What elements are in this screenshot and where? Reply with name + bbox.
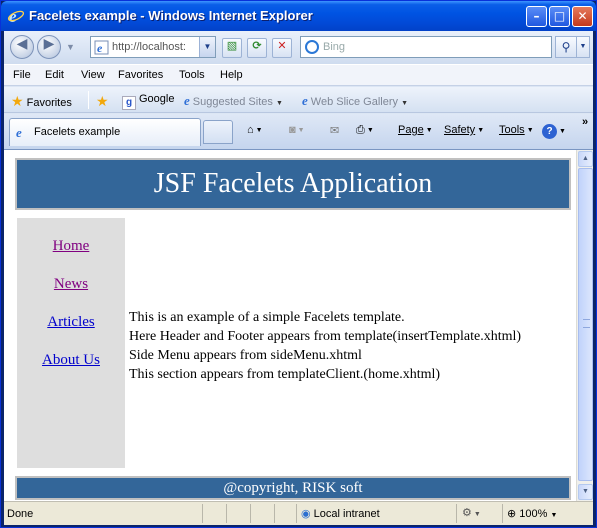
side-menu: Home News Articles About Us <box>17 218 125 468</box>
feeds-icon[interactable]: ◙ ▼ <box>289 124 305 136</box>
menu-edit[interactable]: Edit <box>45 69 64 81</box>
browser-window: e Facelets example - Windows Internet Ex… <box>0 0 597 528</box>
search-options-dropdown-icon[interactable]: ▼ <box>577 36 590 58</box>
status-divider <box>226 504 227 523</box>
navigation-bar: ◀ ▶ ▼ e http://localhost: ▼ ▧ ⟳ ✕ Bing ⚲ <box>4 31 593 64</box>
back-button[interactable]: ◀ <box>10 35 34 59</box>
refresh-icon[interactable]: ⟳ <box>247 38 267 58</box>
menu-favorites[interactable]: Favorites <box>118 69 163 81</box>
safety-menu-button[interactable]: Safety ▼ <box>444 124 484 136</box>
menu-bar: File Edit View Favorites Tools Help <box>4 64 593 86</box>
scroll-up-icon[interactable]: ▲ <box>578 151 593 167</box>
status-divider <box>274 504 275 523</box>
scroll-thumb[interactable] <box>578 168 593 481</box>
favorite-web-slice-gallery[interactable]: e Web Slice Gallery ▼ <box>302 93 408 109</box>
new-tab-button[interactable] <box>203 120 233 144</box>
ie-logo-icon: e <box>7 7 25 25</box>
title-bar[interactable]: e Facelets example - Windows Internet Ex… <box>1 1 596 31</box>
status-divider <box>502 504 503 523</box>
menu-link-home[interactable]: Home <box>17 238 125 255</box>
status-text: Done <box>7 508 34 520</box>
menu-link-articles[interactable]: Articles <box>17 314 125 331</box>
minimize-button[interactable]: – <box>526 6 547 27</box>
page-viewport: JSF Facelets Application Home News Artic… <box>4 149 593 501</box>
status-divider <box>456 504 457 523</box>
body-line: Side Menu appears from sideMenu.xhtml <box>129 348 362 363</box>
ie-page-icon: e <box>302 93 308 108</box>
body-line: This is an example of a simple Facelets … <box>129 310 405 325</box>
menu-file[interactable]: File <box>13 69 31 81</box>
zoom-level[interactable]: ⊕ 100% ▼ <box>507 507 557 520</box>
body-line: This section appears from templateClient… <box>129 367 441 382</box>
search-icon[interactable]: ⚲ <box>555 36 577 58</box>
favorites-bar: ★ Favorites ★ g Google e Suggested Sites ▼… <box>4 87 593 113</box>
favorites-star-icon: ★ <box>11 93 24 109</box>
favorites-button[interactable]: ★ Favorites <box>11 93 72 110</box>
scroll-down-icon[interactable]: ▼ <box>578 484 593 500</box>
status-bar: Done ◉ Local intranet ⚙ ▼ ⊕ 100% ▼ <box>4 501 593 525</box>
status-divider <box>250 504 251 523</box>
print-icon[interactable]: ⎙ ▼ <box>356 124 374 137</box>
favorite-google[interactable]: g Google <box>122 93 174 110</box>
globe-icon: ◉ <box>301 508 311 520</box>
google-icon: g <box>122 96 136 110</box>
page-menu-button[interactable]: Page ▼ <box>398 124 433 136</box>
close-button[interactable]: ✕ <box>572 6 593 27</box>
browser-chrome: ◀ ▶ ▼ e http://localhost: ▼ ▧ ⟳ ✕ Bing ⚲ <box>4 31 593 149</box>
page-header: JSF Facelets Application <box>15 158 571 210</box>
menu-tools[interactable]: Tools <box>179 69 205 81</box>
tab-facelets-example[interactable]: e Facelets example <box>9 118 201 146</box>
ie-page-icon: e <box>16 125 22 140</box>
status-divider <box>202 504 203 523</box>
address-input[interactable]: http://localhost: <box>112 41 198 53</box>
ie-page-icon: e <box>184 93 190 108</box>
maximize-button[interactable]: □ <box>549 6 570 27</box>
menu-link-about-us[interactable]: About Us <box>17 352 125 369</box>
read-mail-icon[interactable]: ✉ <box>330 124 339 137</box>
address-bar[interactable]: e http://localhost: ▼ <box>90 36 216 58</box>
add-to-favorites-bar-icon[interactable]: ★ <box>96 93 109 110</box>
recent-pages-dropdown-icon[interactable]: ▼ <box>66 42 75 52</box>
bing-icon <box>305 40 319 54</box>
tab-bar: e Facelets example ⌂ ▼ ◙ ▼ ✉ ⎙ ▼ Page ▼ Safe… <box>4 114 593 149</box>
tools-menu-button[interactable]: Tools ▼ <box>499 124 534 136</box>
body-line: Here Header and Footer appears from temp… <box>129 329 522 344</box>
menu-help[interactable]: Help <box>220 69 243 81</box>
more-commands-icon[interactable]: » <box>582 116 588 128</box>
vertical-scrollbar[interactable]: ▲ ▼ <box>576 150 593 501</box>
favorite-suggested-sites[interactable]: e Suggested Sites ▼ <box>184 93 283 109</box>
stop-icon[interactable]: ✕ <box>272 38 292 58</box>
menu-link-news[interactable]: News <box>17 276 125 293</box>
compatibility-view-icon[interactable]: ▧ <box>222 38 242 58</box>
security-zone[interactable]: ◉ Local intranet <box>301 507 380 520</box>
search-input[interactable]: Bing <box>323 41 345 53</box>
status-divider <box>296 504 297 523</box>
page-title: JSF Facelets Application <box>153 168 433 199</box>
zoom-icon: ⊕ <box>507 508 517 520</box>
web-page: JSF Facelets Application Home News Artic… <box>4 150 576 501</box>
divider <box>88 91 89 109</box>
forward-button[interactable]: ▶ <box>37 35 61 59</box>
protected-mode-icon[interactable]: ⚙ ▼ <box>462 506 481 519</box>
page-body: This is an example of a simple Facelets … <box>129 308 521 384</box>
help-icon[interactable]: ? ▼ <box>542 124 566 139</box>
address-dropdown-icon[interactable]: ▼ <box>199 37 215 57</box>
page-icon: e <box>94 40 109 55</box>
tab-title: Facelets example <box>34 126 121 138</box>
svg-text:e: e <box>97 41 103 55</box>
window-title: Facelets example - Windows Internet Expl… <box>29 8 313 23</box>
search-box[interactable]: Bing <box>300 36 552 58</box>
menu-view[interactable]: View <box>81 69 105 81</box>
page-footer: @copyright, RISK soft <box>15 476 571 500</box>
home-icon[interactable]: ⌂ ▼ <box>247 124 263 136</box>
